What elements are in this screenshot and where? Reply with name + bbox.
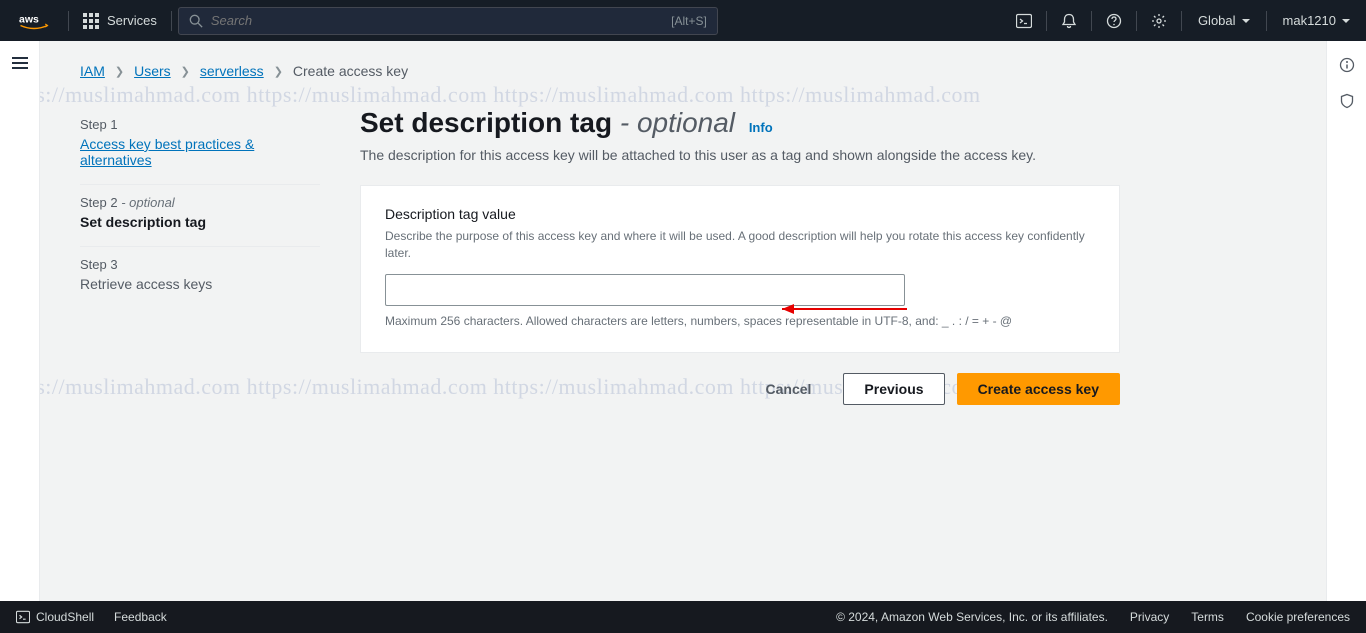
breadcrumb: IAM ❯ Users ❯ serverless ❯ Create access… [80, 63, 1286, 79]
right-help-strip [1326, 41, 1366, 601]
services-grid-icon [83, 13, 99, 29]
info-panel-icon[interactable] [1339, 57, 1355, 73]
breadcrumb-link-iam[interactable]: IAM [80, 63, 105, 79]
breadcrumb-link-users[interactable]: Users [134, 63, 171, 79]
breadcrumb-link-user[interactable]: serverless [200, 63, 264, 79]
step-label: Step 1 [80, 117, 320, 132]
footer-bar: CloudShell Feedback © 2024, Amazon Web S… [0, 601, 1366, 633]
services-label: Services [107, 13, 157, 28]
breadcrumb-current: Create access key [293, 63, 408, 79]
region-selector[interactable]: Global [1182, 0, 1266, 41]
security-panel-icon[interactable] [1339, 93, 1355, 109]
cloudshell-icon[interactable] [1002, 0, 1046, 41]
wizard-step-3: Step 3 Retrieve access keys [80, 247, 320, 308]
step-title: Retrieve access keys [80, 276, 320, 292]
top-navigation: aws Services [Alt+S] Global [0, 0, 1366, 41]
chevron-right-icon: ❯ [274, 65, 283, 78]
create-access-key-button[interactable]: Create access key [957, 373, 1120, 405]
search-shortcut-hint: [Alt+S] [671, 14, 707, 28]
region-label: Global [1198, 13, 1236, 28]
services-menu-button[interactable]: Services [69, 0, 171, 41]
divider [171, 11, 172, 31]
copyright-text: © 2024, Amazon Web Services, Inc. or its… [836, 610, 1108, 624]
description-tag-panel: Description tag value Describe the purpo… [360, 185, 1120, 353]
search-input[interactable] [211, 13, 671, 28]
wizard-step-2: Step 2 - optional Set description tag [80, 185, 320, 247]
page-description: The description for this access key will… [360, 147, 1120, 163]
step-label: Step 2 - optional [80, 195, 320, 210]
wizard-steps: Step 1 Access key best practices & alter… [80, 107, 320, 405]
previous-button[interactable]: Previous [843, 373, 944, 405]
step-label: Step 3 [80, 257, 320, 272]
main-content: IAM ❯ Users ❯ serverless ❯ Create access… [40, 41, 1326, 601]
caret-down-icon [1342, 19, 1350, 23]
chevron-right-icon: ❯ [181, 65, 190, 78]
cloudshell-link[interactable]: CloudShell [16, 610, 94, 624]
svg-text:aws: aws [19, 13, 39, 25]
step-title: Set description tag [80, 214, 320, 230]
field-label: Description tag value [385, 206, 1095, 222]
left-sidebar-toggle-strip [0, 41, 40, 601]
wizard-actions: Cancel Previous Create access key [360, 373, 1120, 405]
search-box[interactable]: [Alt+S] [178, 7, 718, 35]
field-constraint-text: Maximum 256 characters. Allowed characte… [385, 314, 1095, 328]
cancel-button[interactable]: Cancel [746, 373, 832, 405]
notifications-icon[interactable] [1047, 0, 1091, 41]
feedback-link[interactable]: Feedback [114, 610, 167, 624]
form-column: Set description tag - optional Info The … [360, 107, 1120, 405]
aws-logo[interactable]: aws [0, 12, 68, 30]
page-title: Set description tag - optional [360, 107, 743, 138]
privacy-link[interactable]: Privacy [1130, 610, 1169, 624]
cookie-preferences-link[interactable]: Cookie preferences [1246, 610, 1350, 624]
caret-down-icon [1242, 19, 1250, 23]
step-title: Access key best practices & alternatives [80, 136, 320, 168]
chevron-right-icon: ❯ [115, 65, 124, 78]
search-icon [189, 14, 203, 28]
account-menu[interactable]: mak1210 [1267, 0, 1366, 41]
info-link[interactable]: Info [749, 120, 773, 135]
user-label: mak1210 [1283, 13, 1336, 28]
field-help-text: Describe the purpose of this access key … [385, 228, 1095, 262]
settings-icon[interactable] [1137, 0, 1181, 41]
description-tag-input[interactable] [385, 274, 905, 306]
terms-link[interactable]: Terms [1191, 610, 1224, 624]
help-icon[interactable] [1092, 0, 1136, 41]
hamburger-icon[interactable] [12, 57, 28, 69]
cloudshell-label: CloudShell [36, 610, 94, 624]
wizard-step-1[interactable]: Step 1 Access key best practices & alter… [80, 107, 320, 185]
